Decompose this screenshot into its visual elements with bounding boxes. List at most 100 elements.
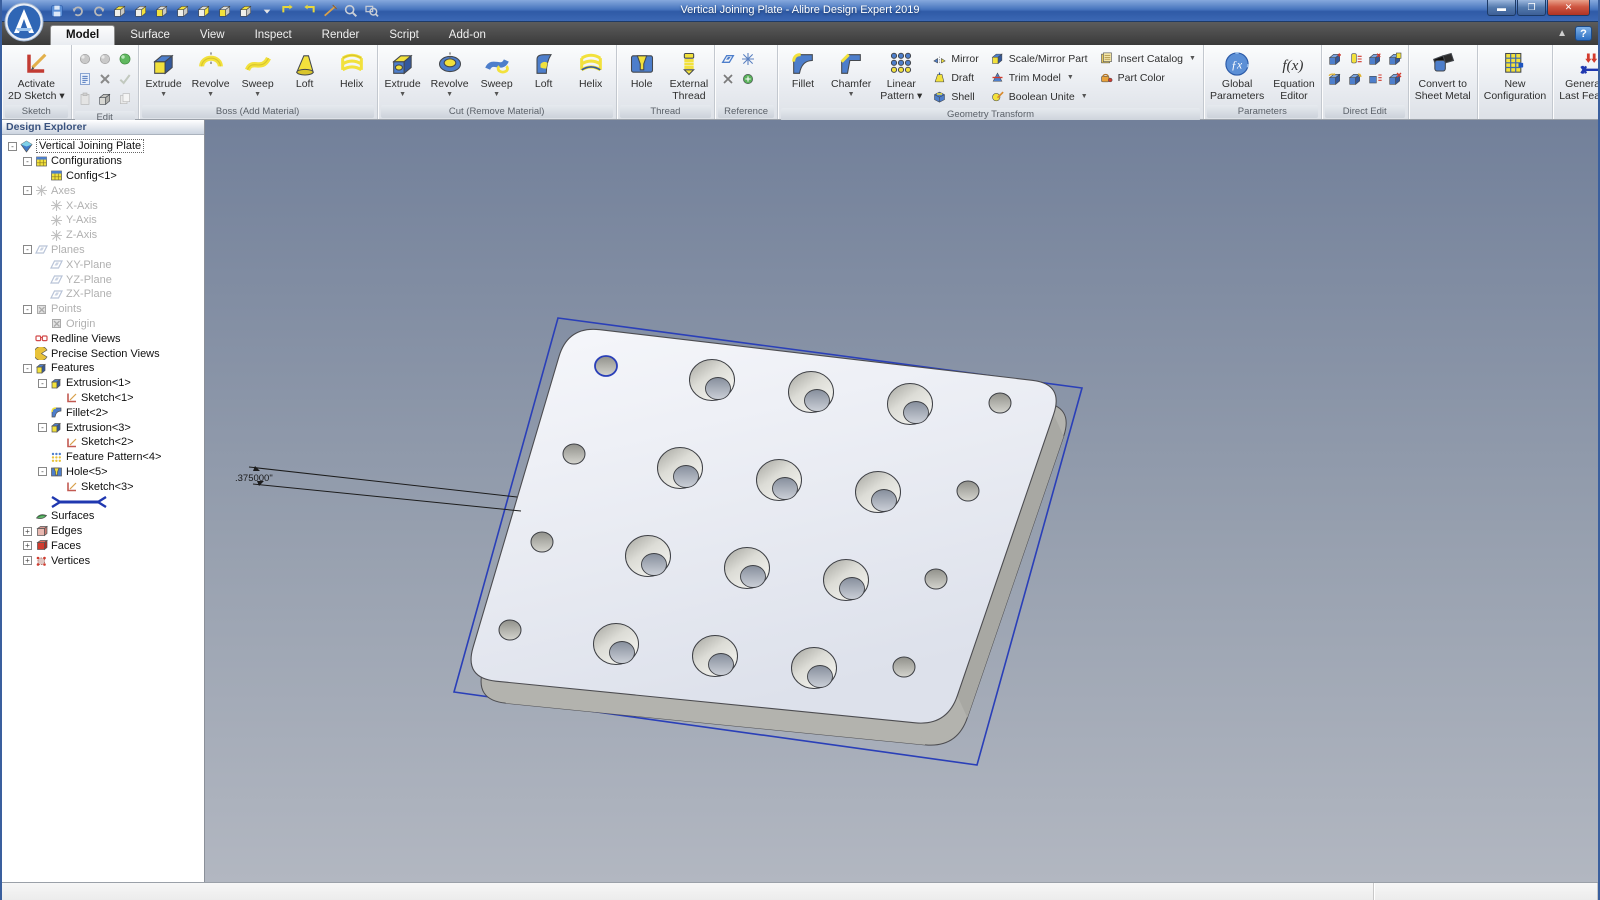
end-of-features-marker[interactable] bbox=[4, 494, 204, 509]
measure-line-button[interactable] bbox=[321, 2, 339, 20]
de-offset-button[interactable] bbox=[1346, 50, 1364, 68]
shell-button[interactable]: Shell bbox=[929, 88, 981, 105]
tree-item-faces[interactable]: +Faces bbox=[4, 539, 204, 554]
edit-sphere-green-button[interactable] bbox=[116, 50, 134, 68]
external-thread-button[interactable]: External Thread bbox=[666, 47, 713, 102]
tree-item-fillet-2-[interactable]: Fillet<2> bbox=[4, 405, 204, 420]
trim-model-button[interactable]: Trim Model▼ bbox=[987, 69, 1091, 86]
zoom-window-button[interactable] bbox=[363, 2, 381, 20]
equation-editor-button[interactable]: f(x)Equation Editor bbox=[1269, 47, 1318, 102]
help-button[interactable]: ? bbox=[1575, 26, 1592, 41]
collapse-toggle[interactable]: - bbox=[23, 364, 32, 373]
cut-loft-button[interactable]: Loft bbox=[521, 47, 567, 91]
edit-list-button[interactable] bbox=[76, 70, 94, 88]
thickness-dimension[interactable]: .375000" bbox=[235, 466, 521, 511]
de-push-button[interactable] bbox=[1346, 70, 1364, 88]
collapse-toggle[interactable]: - bbox=[38, 379, 47, 388]
plate-top-face[interactable] bbox=[471, 329, 1056, 723]
tree-item-yz-plane[interactable]: YZ-Plane bbox=[4, 272, 204, 287]
collapse-toggle[interactable]: - bbox=[38, 423, 47, 432]
corner-arrow-right-button[interactable] bbox=[300, 2, 318, 20]
tree-item-axes[interactable]: -Axes bbox=[4, 183, 204, 198]
dropdown-caret-icon[interactable]: ▼ bbox=[160, 91, 167, 98]
boss-sweep-button[interactable]: Sweep▼ bbox=[235, 47, 281, 98]
tab-model[interactable]: Model bbox=[50, 25, 115, 45]
chamfer-button[interactable]: Chamfer▼ bbox=[827, 47, 875, 98]
dropdown-caret-icon[interactable]: ▼ bbox=[1189, 55, 1196, 62]
tree-item-features[interactable]: -Features bbox=[4, 361, 204, 376]
dropdown-caret-icon[interactable]: ▼ bbox=[254, 91, 261, 98]
3d-viewport[interactable]: .375000" bbox=[205, 120, 1598, 882]
tree-item-points[interactable]: -Points bbox=[4, 302, 204, 317]
ref-axis-button[interactable] bbox=[739, 50, 757, 68]
activate-2d-sketch-button[interactable]: Activate 2D Sketch ▾ bbox=[4, 47, 69, 102]
tab-render[interactable]: Render bbox=[307, 26, 375, 45]
de-size-button[interactable] bbox=[1366, 70, 1384, 88]
tree-item-zx-plane[interactable]: ZX-Plane bbox=[4, 287, 204, 302]
view-cube-iso-button[interactable] bbox=[237, 2, 255, 20]
tab-script[interactable]: Script bbox=[374, 26, 433, 45]
tree-item-vertical-joining-plate[interactable]: -Vertical Joining Plate bbox=[4, 139, 204, 154]
view-cube-front-button[interactable] bbox=[111, 2, 129, 20]
edit-sphere-gray2-button[interactable] bbox=[96, 50, 114, 68]
view-cube-back-button[interactable] bbox=[132, 2, 150, 20]
tree-item-config-1-[interactable]: Config<1> bbox=[4, 169, 204, 184]
new-configuration-button[interactable]: New Configuration bbox=[1480, 47, 1550, 102]
de-replace-button[interactable] bbox=[1386, 50, 1404, 68]
tab-view[interactable]: View bbox=[185, 26, 240, 45]
dropdown-caret-icon[interactable]: ▼ bbox=[1081, 93, 1088, 100]
tree-item-sketch-2-[interactable]: Sketch<2> bbox=[4, 435, 204, 450]
edit-cube-button[interactable] bbox=[96, 90, 114, 108]
cut-revolve-button[interactable]: Revolve▼ bbox=[427, 47, 473, 98]
de-delete-face-button[interactable] bbox=[1386, 70, 1404, 88]
tree-item-x-axis[interactable]: X-Axis bbox=[4, 198, 204, 213]
edit-check-dim-button[interactable] bbox=[116, 70, 134, 88]
boolean-unite-button[interactable]: Boolean Unite▼ bbox=[987, 88, 1091, 105]
ref-point-button[interactable] bbox=[719, 70, 737, 88]
feature-rollback-bar-icon[interactable] bbox=[50, 496, 108, 508]
dropdown-caret-icon[interactable]: ▼ bbox=[207, 91, 214, 98]
de-move-button[interactable] bbox=[1326, 50, 1344, 68]
collapse-toggle[interactable]: - bbox=[38, 467, 47, 476]
edit-paste-dim-button[interactable] bbox=[76, 90, 94, 108]
tree-item-surfaces[interactable]: Surfaces bbox=[4, 509, 204, 524]
de-remove-button[interactable] bbox=[1366, 50, 1384, 68]
tree-item-z-axis[interactable]: Z-Axis bbox=[4, 228, 204, 243]
tree-item-origin[interactable]: Origin bbox=[4, 317, 204, 332]
expand-toggle[interactable]: + bbox=[23, 556, 32, 565]
view-dropdown-button[interactable] bbox=[258, 2, 276, 20]
tree-item-hole-5-[interactable]: -Hole<5> bbox=[4, 465, 204, 480]
collapse-toggle[interactable]: - bbox=[23, 157, 32, 166]
view-cube-left-button[interactable] bbox=[153, 2, 171, 20]
generate-to-last-feature-button[interactable]: Generate to Last Feature ▾ bbox=[1555, 47, 1600, 102]
ref-plane-button[interactable] bbox=[719, 50, 737, 68]
convert-to-sheet-metal-button[interactable]: Convert to Sheet Metal bbox=[1411, 47, 1475, 102]
redo-button[interactable] bbox=[90, 2, 108, 20]
tree-item-edges[interactable]: +Edges bbox=[4, 524, 204, 539]
collapse-toggle[interactable]: - bbox=[23, 305, 32, 314]
undo-button[interactable] bbox=[69, 2, 87, 20]
save-button[interactable] bbox=[48, 2, 66, 20]
dropdown-caret-icon[interactable]: ▼ bbox=[493, 91, 500, 98]
tree-item-feature-pattern-4-[interactable]: Feature Pattern<4> bbox=[4, 450, 204, 465]
tree-item-sketch-1-[interactable]: Sketch<1> bbox=[4, 391, 204, 406]
collapse-toggle[interactable]: - bbox=[8, 142, 17, 151]
tree-item-precise-section-views[interactable]: Precise Section Views bbox=[4, 346, 204, 361]
scale-mirror-part-button[interactable]: Scale/Mirror Part bbox=[987, 50, 1091, 67]
boss-extrude-button[interactable]: Extrude▼ bbox=[141, 47, 187, 98]
boss-loft-button[interactable]: Loft bbox=[282, 47, 328, 91]
draft-button[interactable]: Draft bbox=[929, 69, 981, 86]
tab-inspect[interactable]: Inspect bbox=[240, 26, 307, 45]
tab-add-on[interactable]: Add-on bbox=[434, 26, 501, 45]
global-parameters-button[interactable]: ƒxGlobal Parameters bbox=[1206, 47, 1268, 102]
corner-arrow-left-button[interactable] bbox=[279, 2, 297, 20]
tree-item-xy-plane[interactable]: XY-Plane bbox=[4, 257, 204, 272]
tree-item-extrusion-3-[interactable]: -Extrusion<3> bbox=[4, 420, 204, 435]
close-button[interactable]: ✕ bbox=[1547, 0, 1590, 16]
cut-sweep-button[interactable]: Sweep▼ bbox=[474, 47, 520, 98]
expand-toggle[interactable]: + bbox=[23, 541, 32, 550]
insert-catalog-button[interactable]: Insert Catalog▼ bbox=[1096, 50, 1199, 67]
dropdown-caret-icon[interactable]: ▼ bbox=[399, 91, 406, 98]
mirror-button[interactable]: Mirror bbox=[929, 50, 981, 67]
tree-item-sketch-3-[interactable]: Sketch<3> bbox=[4, 479, 204, 494]
